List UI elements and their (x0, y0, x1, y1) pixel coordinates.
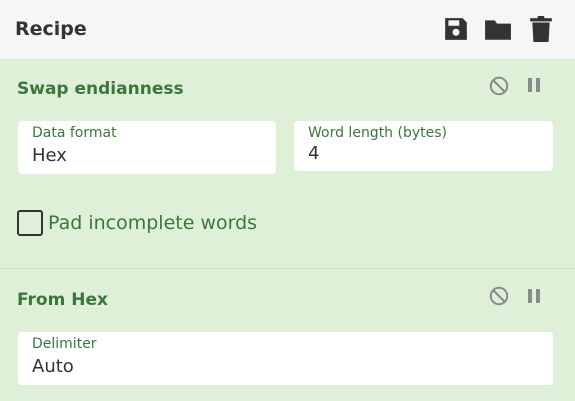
field-value[interactable]: Auto (32, 356, 74, 377)
operation-from-hex: From Hex Delimiter Auto (0, 269, 575, 401)
operation-title: Swap endianness (17, 79, 184, 99)
trash-icon[interactable] (529, 16, 553, 46)
checkbox-label[interactable]: Pad incomplete words (48, 212, 257, 234)
delimiter-field[interactable]: Delimiter Auto (18, 332, 553, 385)
pad-incomplete-words-checkbox[interactable] (17, 210, 43, 236)
recipe-title: Recipe (15, 18, 87, 40)
operation-title: From Hex (17, 290, 108, 310)
folder-icon[interactable] (484, 16, 512, 46)
field-value[interactable]: Hex (32, 145, 67, 166)
pause-icon[interactable] (527, 77, 541, 97)
operation-swap-endianness: Swap endianness Data format Hex Word len… (0, 60, 575, 268)
word-length-field[interactable]: Word length (bytes) 4 (294, 121, 553, 171)
field-label: Data format (32, 125, 117, 141)
recipe-header: Recipe (0, 0, 575, 60)
data-format-field[interactable]: Data format Hex (18, 121, 276, 174)
field-value[interactable]: 4 (308, 143, 319, 164)
field-label: Delimiter (32, 336, 97, 352)
save-icon[interactable] (443, 16, 469, 46)
field-label: Word length (bytes) (308, 125, 448, 141)
pause-icon[interactable] (527, 288, 541, 308)
disable-icon[interactable] (489, 76, 509, 100)
disable-icon[interactable] (489, 286, 509, 310)
